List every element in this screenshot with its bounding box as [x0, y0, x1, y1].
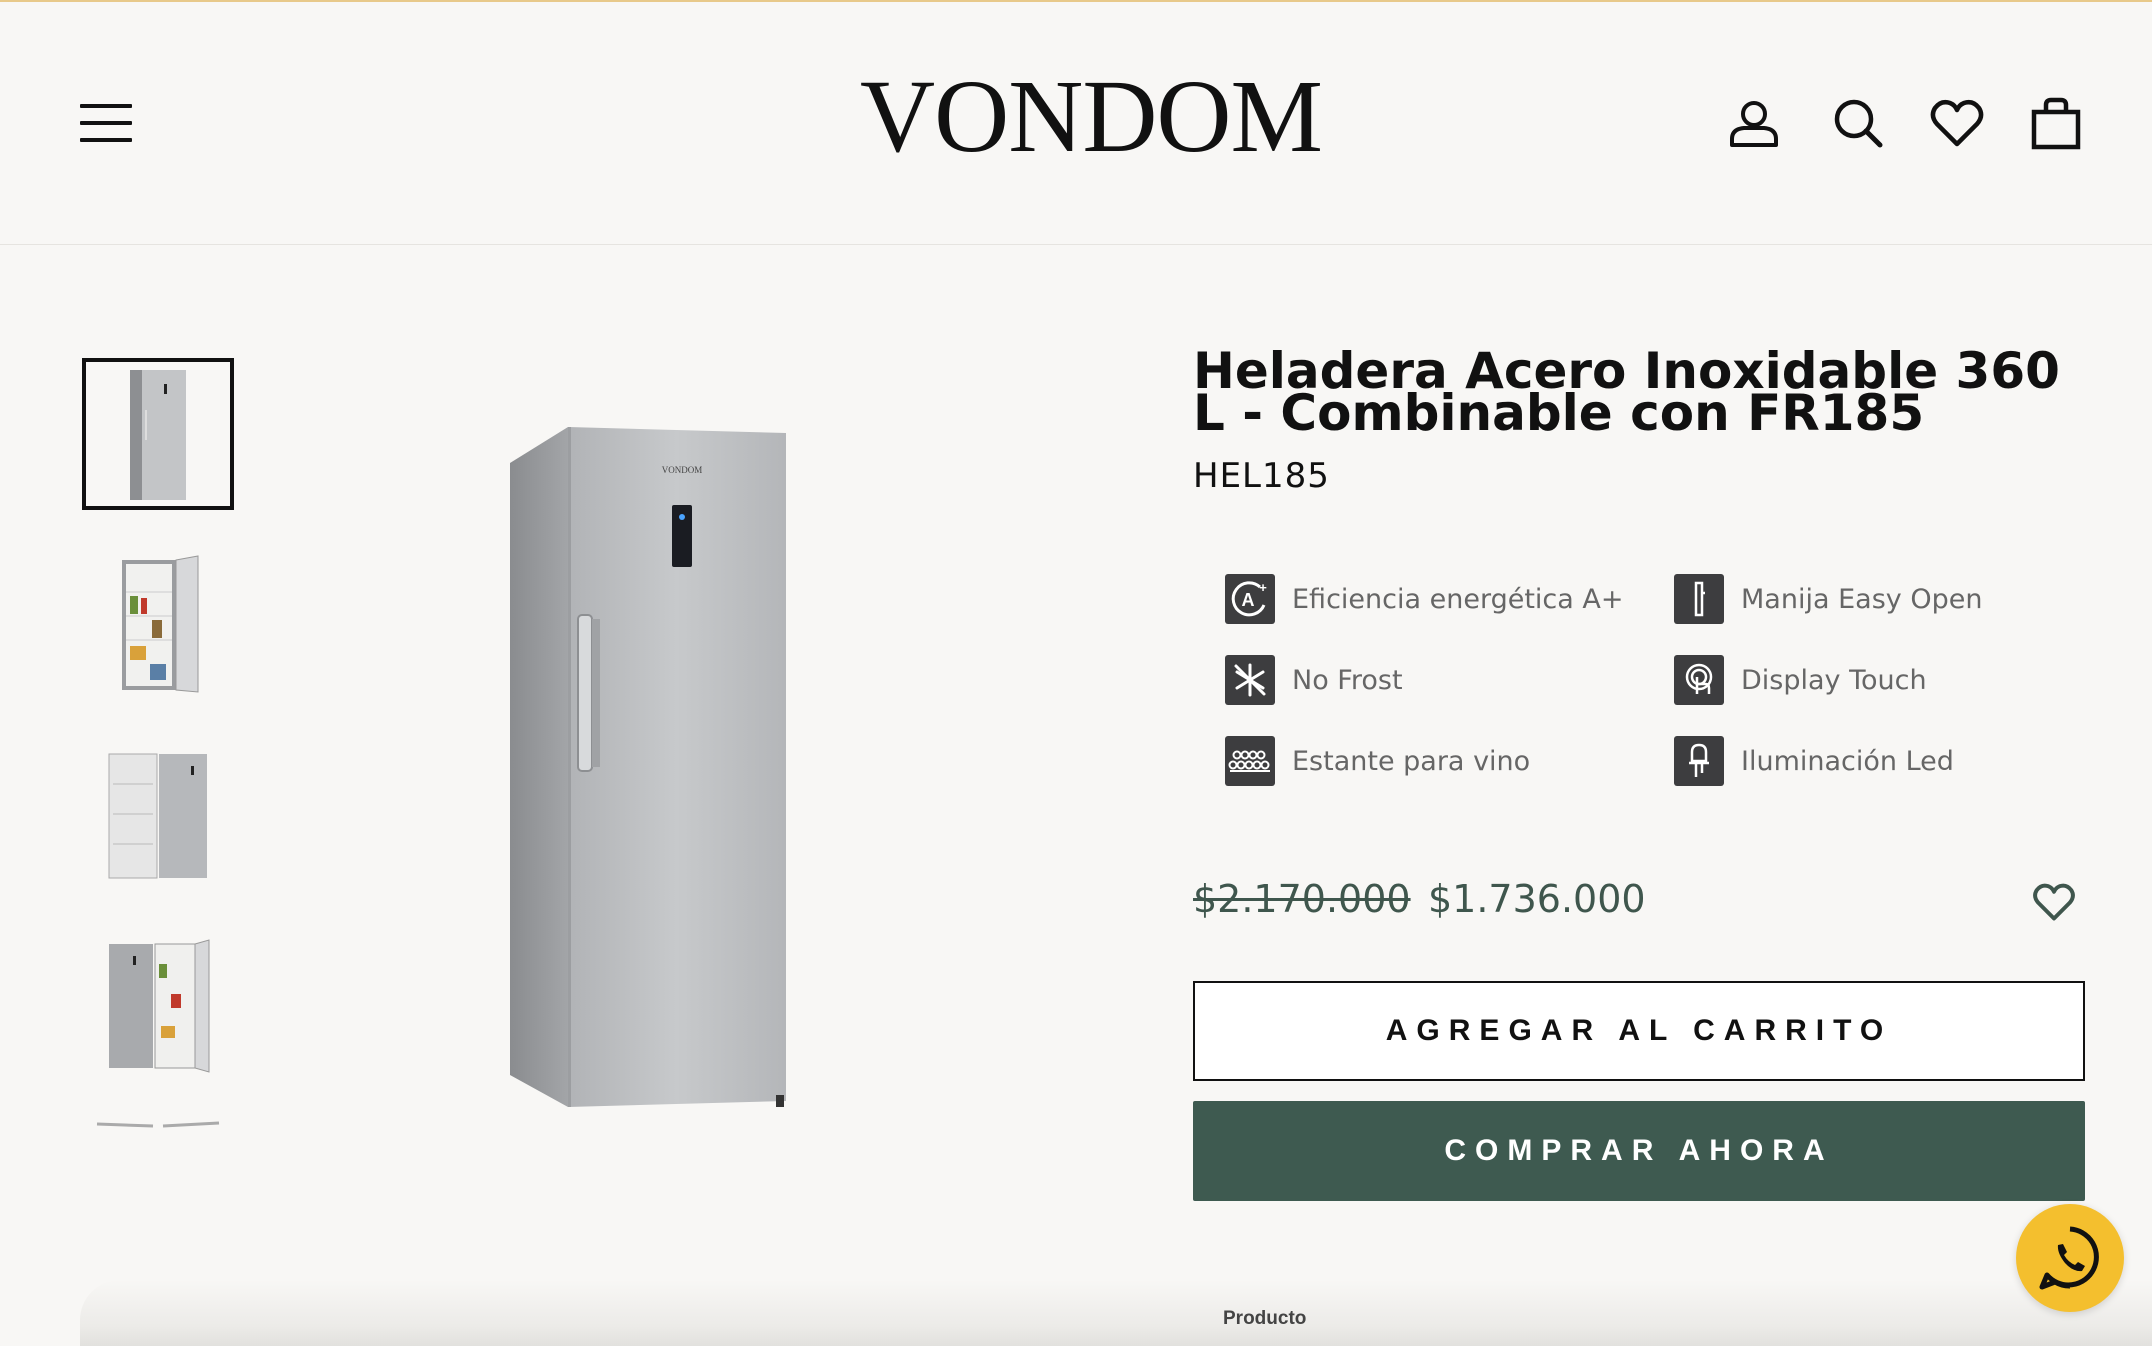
whatsapp-icon [2039, 1226, 2099, 1290]
thumbnail-fridge-open-image [122, 555, 199, 693]
energy-a-plus-icon: A + [1225, 574, 1275, 624]
product-title: Heladera Acero Inoxidable 360 L - Combin… [1193, 342, 2060, 442]
led-light-icon [1674, 736, 1724, 786]
feature-energy-efficiency: A + Eficiencia energética A+ [1225, 573, 1623, 625]
account-icon[interactable] [1726, 95, 1782, 151]
feature-label: Eficiencia energética A+ [1292, 583, 1624, 615]
feature-label: Estante para vino [1292, 745, 1531, 777]
feature-label: No Frost [1292, 664, 1403, 696]
bottom-tab-bar [80, 1280, 2152, 1346]
touch-display-icon [1674, 655, 1724, 705]
feature-label: Display Touch [1741, 664, 1927, 696]
feature-label: Iluminación Led [1741, 745, 1954, 777]
whatsapp-chat-button[interactable] [2016, 1204, 2124, 1312]
sale-price: $1.736.000 [1428, 877, 1646, 921]
feature-wine-rack: Estante para vino [1225, 735, 1530, 787]
svg-text:A: A [1242, 590, 1255, 610]
original-price: $2.170.000 [1193, 877, 1411, 921]
add-to-wishlist-heart-icon[interactable] [2032, 880, 2076, 924]
thumbnail-side-by-side-image [108, 753, 207, 879]
feature-led-lighting: Iluminación Led [1674, 735, 1954, 787]
cart-bag-icon[interactable] [2028, 95, 2084, 151]
feature-label: Manija Easy Open [1741, 583, 1983, 615]
thumbnail-refrigerator-side-by-side-open[interactable] [82, 928, 234, 1080]
buy-now-button[interactable]: COMPRAR AHORA [1193, 1101, 2085, 1201]
menu-icon[interactable] [80, 104, 132, 142]
thumbnail-refrigerator-side-by-side[interactable] [82, 738, 234, 890]
wine-rack-icon [1225, 736, 1275, 786]
thumbnail-refrigerator-closed[interactable] [82, 358, 234, 510]
feature-no-frost: No Frost [1225, 654, 1403, 706]
thumbnail-fridge-image [130, 370, 186, 500]
thumbnail-partial-image [96, 1121, 220, 1128]
no-frost-snowflake-icon [1225, 655, 1275, 705]
wishlist-heart-icon[interactable] [1929, 95, 1985, 151]
svg-text:+: + [1259, 580, 1267, 595]
brand-logo[interactable]: VONDOM [860, 62, 1323, 172]
site-header: VONDOM [0, 2, 2152, 245]
easy-open-handle-icon [1674, 574, 1724, 624]
main-product-image: VONDOM [490, 415, 820, 1115]
search-icon[interactable] [1830, 95, 1886, 151]
thumbnail-refrigerator-partial[interactable] [82, 1118, 234, 1138]
thumbnail-refrigerator-open[interactable] [82, 548, 234, 700]
thumbnail-side-by-side-open-image [109, 939, 210, 1073]
feature-display-touch: Display Touch [1674, 654, 1927, 706]
tab-producto[interactable]: Producto [1223, 1308, 1306, 1330]
fridge-brand-label: VONDOM [662, 465, 703, 475]
feature-easy-open-handle: Manija Easy Open [1674, 573, 1982, 625]
add-to-cart-button[interactable]: AGREGAR AL CARRITO [1193, 981, 2085, 1081]
product-sku: HEL185 [1193, 456, 1330, 496]
